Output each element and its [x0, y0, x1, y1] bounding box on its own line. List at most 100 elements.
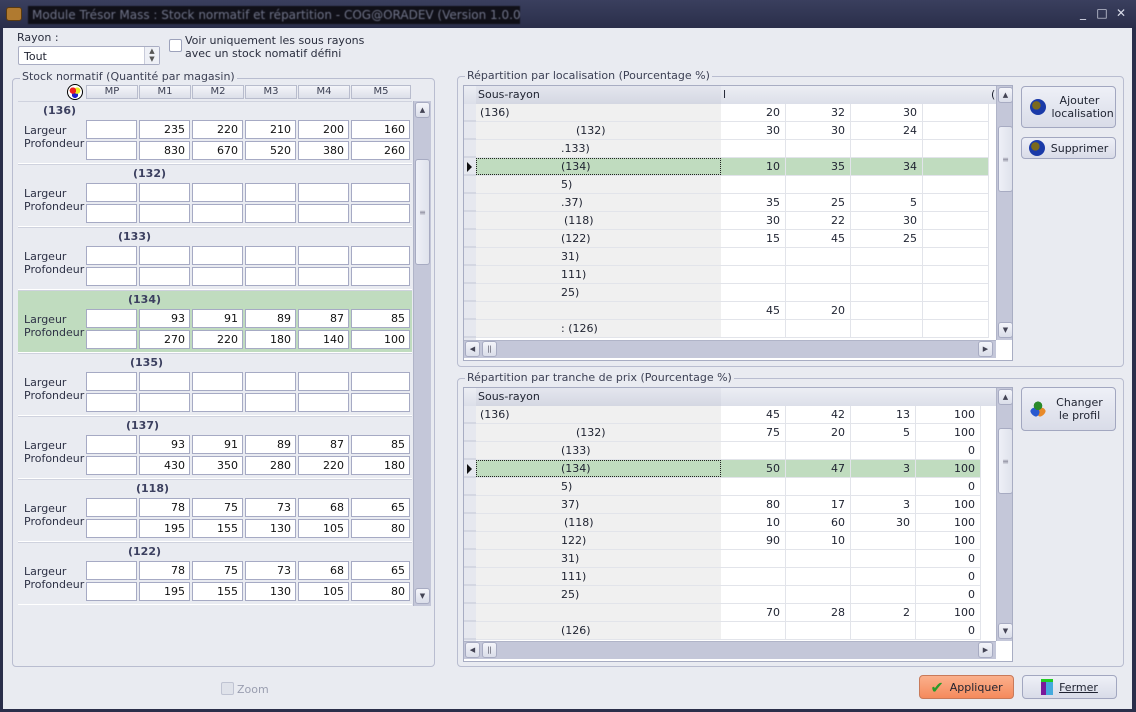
- value-cell[interactable]: 5: [851, 424, 916, 441]
- profondeur-input[interactable]: [86, 519, 137, 538]
- zoom-checkbox[interactable]: [221, 682, 234, 695]
- value-cell[interactable]: [721, 248, 786, 265]
- profondeur-input[interactable]: [298, 204, 349, 223]
- value-cell[interactable]: 50: [721, 460, 786, 477]
- value-cell[interactable]: [721, 586, 786, 603]
- profondeur-input[interactable]: [351, 267, 410, 286]
- largeur-input[interactable]: 210: [245, 120, 296, 139]
- scroll-down-icon[interactable]: ▼: [415, 588, 430, 604]
- largeur-input[interactable]: [86, 372, 137, 391]
- largeur-input[interactable]: 68: [298, 561, 349, 580]
- grid-row[interactable]: (134) 10 35 34: [476, 158, 989, 176]
- apply-button[interactable]: ✔ Appliquer: [919, 675, 1014, 699]
- grid-horizontal-scrollbar[interactable]: ◀ || ▶: [464, 641, 996, 659]
- value-cell[interactable]: [923, 104, 989, 121]
- profondeur-input[interactable]: 220: [298, 456, 349, 475]
- largeur-input[interactable]: 200: [298, 120, 349, 139]
- grid-row[interactable]: 5): [476, 176, 989, 194]
- value-cell[interactable]: 0: [916, 622, 981, 639]
- value-cell[interactable]: 24: [851, 122, 923, 139]
- largeur-input[interactable]: 93: [139, 435, 190, 454]
- scroll-up-icon[interactable]: ▲: [998, 87, 1012, 103]
- value-cell[interactable]: 75: [721, 424, 786, 441]
- value-cell[interactable]: 45: [786, 230, 851, 247]
- value-cell[interactable]: [851, 284, 923, 301]
- grid-row[interactable]: 111) 0: [476, 568, 981, 586]
- value-cell[interactable]: 5: [851, 194, 923, 211]
- largeur-input[interactable]: [192, 183, 243, 202]
- profondeur-input[interactable]: 280: [245, 456, 296, 475]
- value-cell[interactable]: [851, 266, 923, 283]
- stock-group-item[interactable]: (118) Largeur 78 75 73 68 65 Profondeur 195 155 13…: [18, 479, 412, 542]
- stock-group-item[interactable]: (136) Largeur 235 220 210 200 160 Profondeur 830…: [18, 101, 412, 164]
- value-cell[interactable]: [721, 266, 786, 283]
- largeur-input[interactable]: 160: [351, 120, 410, 139]
- largeur-input[interactable]: 75: [192, 561, 243, 580]
- profondeur-input[interactable]: [86, 393, 137, 412]
- profondeur-input[interactable]: 195: [139, 519, 190, 538]
- profondeur-input[interactable]: [86, 330, 137, 349]
- profondeur-input[interactable]: 180: [245, 330, 296, 349]
- grid-row[interactable]: (118) 30 22 30: [476, 212, 989, 230]
- value-cell[interactable]: [786, 140, 851, 157]
- value-cell[interactable]: [923, 212, 989, 229]
- value-cell[interactable]: 42: [786, 406, 851, 423]
- value-cell[interactable]: 0: [916, 568, 981, 585]
- value-cell[interactable]: [721, 550, 786, 567]
- value-cell[interactable]: [721, 478, 786, 495]
- profondeur-input[interactable]: [139, 267, 190, 286]
- profondeur-input[interactable]: [245, 267, 296, 286]
- largeur-input[interactable]: [245, 372, 296, 391]
- value-cell[interactable]: 70: [721, 604, 786, 621]
- largeur-input[interactable]: 73: [245, 498, 296, 517]
- grid-row[interactable]: (132) 75 20 5 100: [476, 424, 981, 442]
- value-cell[interactable]: [786, 550, 851, 567]
- largeur-input[interactable]: 65: [351, 561, 410, 580]
- stock-group-item[interactable]: (133) Largeur Profondeur: [18, 227, 412, 290]
- value-cell[interactable]: [721, 176, 786, 193]
- largeur-input[interactable]: 78: [139, 561, 190, 580]
- grid-row[interactable]: (136) 45 42 13 100: [476, 406, 981, 424]
- value-cell[interactable]: 10: [786, 532, 851, 549]
- column-header-sous-rayon[interactable]: Sous-rayon: [476, 388, 721, 406]
- value-cell[interactable]: [721, 568, 786, 585]
- profondeur-input[interactable]: 155: [192, 519, 243, 538]
- largeur-input[interactable]: [139, 246, 190, 265]
- column-header-m3[interactable]: M3: [245, 85, 297, 99]
- profondeur-input[interactable]: [139, 204, 190, 223]
- value-cell[interactable]: [721, 140, 786, 157]
- largeur-input[interactable]: [86, 435, 137, 454]
- largeur-input[interactable]: 235: [139, 120, 190, 139]
- value-cell[interactable]: [923, 122, 989, 139]
- profondeur-input[interactable]: [245, 204, 296, 223]
- value-cell[interactable]: 30: [721, 122, 786, 139]
- value-cell[interactable]: [923, 320, 989, 337]
- profondeur-input[interactable]: 520: [245, 141, 296, 160]
- largeur-input[interactable]: 91: [192, 435, 243, 454]
- largeur-input[interactable]: 91: [192, 309, 243, 328]
- largeur-input[interactable]: 68: [298, 498, 349, 517]
- grid-row[interactable]: (122) 15 45 25: [476, 230, 989, 248]
- largeur-input[interactable]: [192, 246, 243, 265]
- value-cell[interactable]: [851, 586, 916, 603]
- largeur-input[interactable]: [86, 183, 137, 202]
- profondeur-input[interactable]: [86, 456, 137, 475]
- column-header-fragment[interactable]: l: [723, 88, 726, 101]
- scroll-thumb[interactable]: ||: [482, 341, 497, 357]
- scroll-right-icon[interactable]: ▶: [978, 341, 993, 357]
- grid-vertical-scrollbar[interactable]: ▲ ≡ ▼: [996, 86, 1012, 340]
- largeur-input[interactable]: 73: [245, 561, 296, 580]
- grid-row[interactable]: (133) 0: [476, 442, 981, 460]
- profondeur-input[interactable]: 130: [245, 582, 296, 601]
- value-cell[interactable]: [721, 284, 786, 301]
- grid-row[interactable]: 5) 0: [476, 478, 981, 496]
- scroll-up-icon[interactable]: ▲: [415, 102, 430, 118]
- value-cell[interactable]: 100: [916, 424, 981, 441]
- value-cell[interactable]: 80: [721, 496, 786, 513]
- grid-row[interactable]: (126) 0: [476, 622, 981, 640]
- value-cell[interactable]: [786, 248, 851, 265]
- profondeur-input[interactable]: [86, 204, 137, 223]
- largeur-input[interactable]: 89: [245, 435, 296, 454]
- profondeur-input[interactable]: 80: [351, 582, 410, 601]
- value-cell[interactable]: 15: [721, 230, 786, 247]
